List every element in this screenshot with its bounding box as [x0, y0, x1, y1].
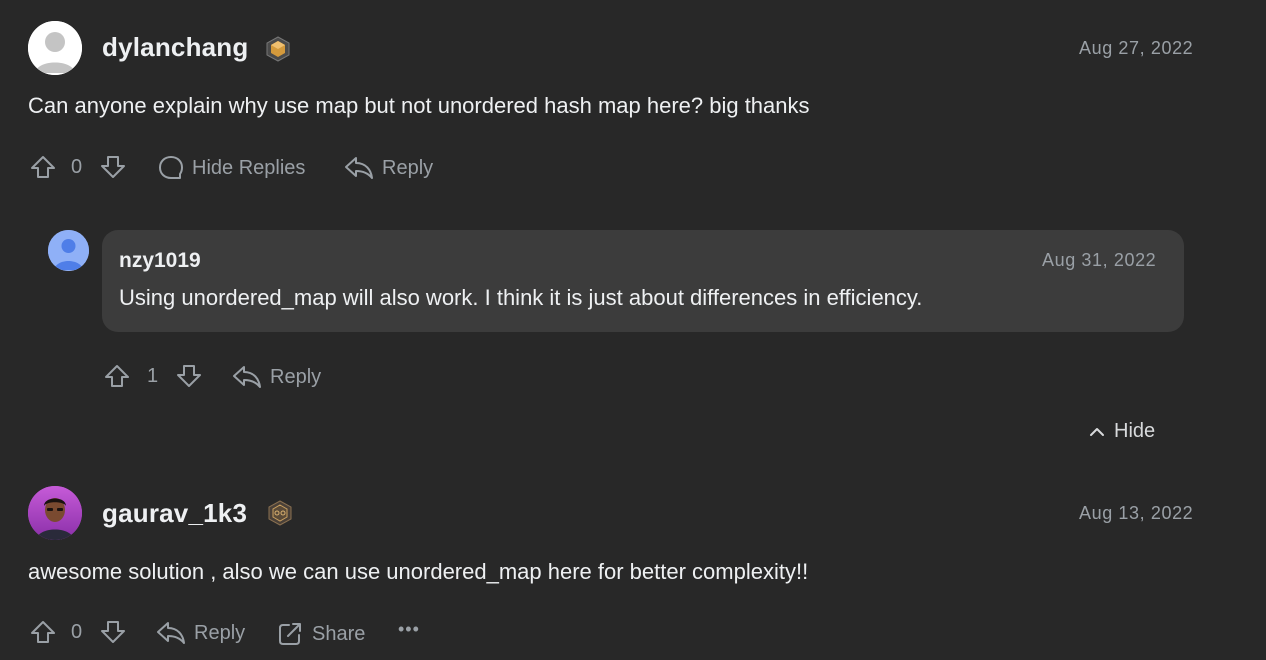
hide-replies-label: Hide Replies	[192, 156, 306, 179]
reply-date: Aug 31, 2022	[1042, 250, 1157, 270]
vote-count: 0	[71, 156, 83, 178]
avatar-default-icon	[48, 230, 89, 271]
upvote-icon	[104, 363, 130, 389]
upvote-icon	[30, 619, 56, 645]
comment-date: Aug 13, 2022	[1079, 503, 1194, 523]
avatar[interactable]	[28, 486, 82, 540]
reply-button[interactable]: Reply	[232, 364, 321, 390]
reply-button[interactable]: Reply	[344, 155, 433, 181]
downvote-icon	[100, 619, 126, 645]
downvote-icon	[176, 363, 202, 389]
reply-body: Using unordered_map will also work. I th…	[119, 285, 923, 310]
avatar-photo	[28, 486, 82, 540]
badge-icon	[266, 36, 290, 62]
downvote-icon	[100, 154, 126, 180]
reply-label: Reply	[270, 365, 322, 388]
vote-count: 0	[71, 621, 83, 643]
share-button[interactable]: Share	[276, 620, 365, 648]
comment-username[interactable]: gaurav_1k3	[102, 498, 247, 529]
downvote-button[interactable]	[176, 363, 202, 389]
share-icon	[276, 620, 304, 648]
chevron-up-icon	[1088, 423, 1106, 441]
hide-replies-button[interactable]: Hide Replies	[158, 155, 305, 181]
share-label: Share	[312, 622, 366, 645]
more-icon: •••	[398, 619, 420, 639]
comment-body: Can anyone explain why use map but not u…	[28, 93, 810, 118]
more-options-button[interactable]: •••	[398, 619, 420, 640]
hide-button[interactable]: Hide	[1088, 420, 1155, 443]
badge-icon	[268, 500, 292, 526]
reply-label: Reply	[194, 621, 246, 644]
reply-icon	[344, 155, 374, 181]
comment-username[interactable]: dylanchang	[102, 32, 248, 63]
reply-icon	[156, 620, 186, 646]
avatar[interactable]	[48, 230, 89, 271]
downvote-button[interactable]	[100, 154, 126, 180]
comment-date: Aug 27, 2022	[1079, 38, 1194, 58]
upvote-button[interactable]	[30, 154, 56, 180]
avatar-default-icon	[28, 21, 82, 75]
reply-bubble	[102, 230, 1184, 332]
upvote-button[interactable]	[30, 619, 56, 645]
upvote-icon	[30, 154, 56, 180]
comment-icon	[158, 155, 184, 181]
reply-label: Reply	[382, 156, 434, 179]
upvote-button[interactable]	[104, 363, 130, 389]
comment-body: awesome solution , also we can use unord…	[28, 559, 809, 584]
downvote-button[interactable]	[100, 619, 126, 645]
vote-count: 1	[147, 365, 159, 387]
reply-icon	[232, 364, 262, 390]
hide-label: Hide	[1114, 420, 1156, 442]
avatar[interactable]	[28, 21, 82, 75]
reply-button[interactable]: Reply	[156, 620, 245, 646]
reply-username[interactable]: nzy1019	[119, 249, 201, 273]
